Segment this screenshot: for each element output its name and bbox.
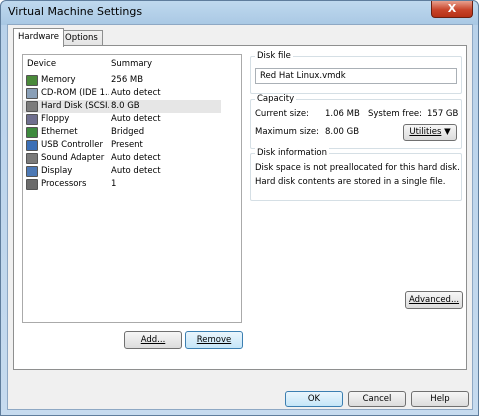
- disk-file-group: Disk file Red Hat Linux.vmdk: [250, 51, 462, 94]
- dialog-client-area: Hardware Options Device Summary Memory 25…: [7, 24, 473, 410]
- memory-icon: [26, 75, 38, 86]
- hard-disk-icon: [26, 101, 38, 112]
- device-summary: 1: [111, 179, 117, 189]
- usb-icon: [26, 140, 38, 151]
- current-size-label: Current size:: [255, 109, 309, 119]
- device-summary: 8.0 GB: [111, 101, 140, 111]
- device-row-display[interactable]: Display Auto detect: [23, 165, 241, 178]
- list-header: Device Summary: [23, 55, 241, 72]
- system-free-label: System free:: [368, 109, 423, 119]
- device-row-sound[interactable]: Sound Adapter Auto detect: [23, 152, 241, 165]
- device-name: Floppy: [41, 114, 70, 124]
- add-button-label: Add...: [140, 335, 166, 345]
- capacity-group: Capacity Current size: 1.06 MB System fr…: [250, 94, 462, 149]
- tab-options[interactable]: Options: [60, 30, 103, 46]
- current-size-value: 1.06 MB: [325, 109, 360, 119]
- advanced-button-label: Advanced...: [408, 295, 460, 305]
- device-summary: Present: [111, 140, 143, 150]
- add-button[interactable]: Add...: [124, 331, 182, 349]
- device-name: Sound Adapter: [41, 153, 105, 163]
- capacity-group-title: Capacity: [255, 94, 297, 104]
- device-name: Display: [41, 166, 73, 176]
- hardware-tab-page: Device Summary Memory 256 MB CD-ROM (IDE 1…: [13, 45, 467, 370]
- disk-file-field[interactable]: Red Hat Linux.vmdk: [255, 68, 457, 84]
- device-name: Processors: [41, 179, 87, 189]
- device-name: Hard Disk (SCSI...: [41, 101, 109, 111]
- title-bar[interactable]: Virtual Machine Settings X: [1, 1, 478, 23]
- maximum-size-value: 8.00 GB: [325, 127, 360, 137]
- remove-button[interactable]: Remove: [185, 331, 243, 349]
- ethernet-icon: [26, 127, 38, 138]
- utilities-button-label: Utilities: [409, 127, 442, 137]
- device-name: Ethernet: [41, 127, 78, 137]
- device-row-cdrom[interactable]: CD-ROM (IDE 1... Auto detect: [23, 87, 241, 100]
- sound-icon: [26, 153, 38, 164]
- utilities-button[interactable]: Utilities ▼: [403, 124, 457, 141]
- close-button[interactable]: X: [431, 1, 473, 18]
- floppy-icon: [26, 114, 38, 125]
- disk-info-line-2: Hard disk contents are stored in a singl…: [255, 177, 446, 187]
- device-summary: 256 MB: [111, 75, 144, 85]
- disk-file-group-title: Disk file: [255, 51, 293, 61]
- disk-information-group: Disk information Disk space is not preal…: [250, 148, 462, 201]
- device-summary: Auto detect: [111, 153, 161, 163]
- tab-hardware[interactable]: Hardware: [13, 28, 65, 47]
- device-row-ethernet[interactable]: Ethernet Bridged: [23, 126, 241, 139]
- cdrom-icon: [26, 88, 38, 99]
- ok-button[interactable]: OK: [285, 391, 343, 407]
- device-name: USB Controller: [41, 140, 103, 150]
- settings-window: Virtual Machine Settings X Hardware Opti…: [0, 0, 479, 416]
- window-title: Virtual Machine Settings: [8, 5, 143, 18]
- device-list[interactable]: Device Summary Memory 256 MB CD-ROM (IDE 1…: [22, 54, 242, 323]
- system-free-value: 157 GB: [427, 109, 459, 119]
- remove-button-label: Remove: [196, 335, 232, 345]
- device-name: Memory: [41, 75, 76, 85]
- disk-info-line-1: Disk space is not preallocated for this …: [255, 163, 460, 173]
- help-button[interactable]: Help: [411, 391, 469, 407]
- processor-icon: [26, 179, 38, 190]
- column-header-device[interactable]: Device: [27, 59, 56, 69]
- device-row-processor[interactable]: Processors 1: [23, 178, 241, 191]
- device-row-hard-disk[interactable]: Hard Disk (SCSI... 8.0 GB: [23, 100, 241, 113]
- disk-information-group-title: Disk information: [255, 148, 330, 158]
- device-name: CD-ROM (IDE 1...: [41, 88, 109, 98]
- device-summary: Auto detect: [111, 166, 161, 176]
- dropdown-arrow-icon: ▼: [444, 127, 451, 137]
- column-header-summary[interactable]: Summary: [111, 59, 152, 69]
- display-icon: [26, 166, 38, 177]
- advanced-button[interactable]: Advanced...: [405, 291, 463, 309]
- device-row-usb[interactable]: USB Controller Present: [23, 139, 241, 152]
- device-summary: Auto detect: [111, 114, 161, 124]
- device-row-floppy[interactable]: Floppy Auto detect: [23, 113, 241, 126]
- maximum-size-label: Maximum size:: [255, 127, 319, 137]
- device-summary: Auto detect: [111, 88, 161, 98]
- cancel-button[interactable]: Cancel: [348, 391, 406, 407]
- device-summary: Bridged: [111, 127, 145, 137]
- device-row-memory[interactable]: Memory 256 MB: [23, 74, 241, 87]
